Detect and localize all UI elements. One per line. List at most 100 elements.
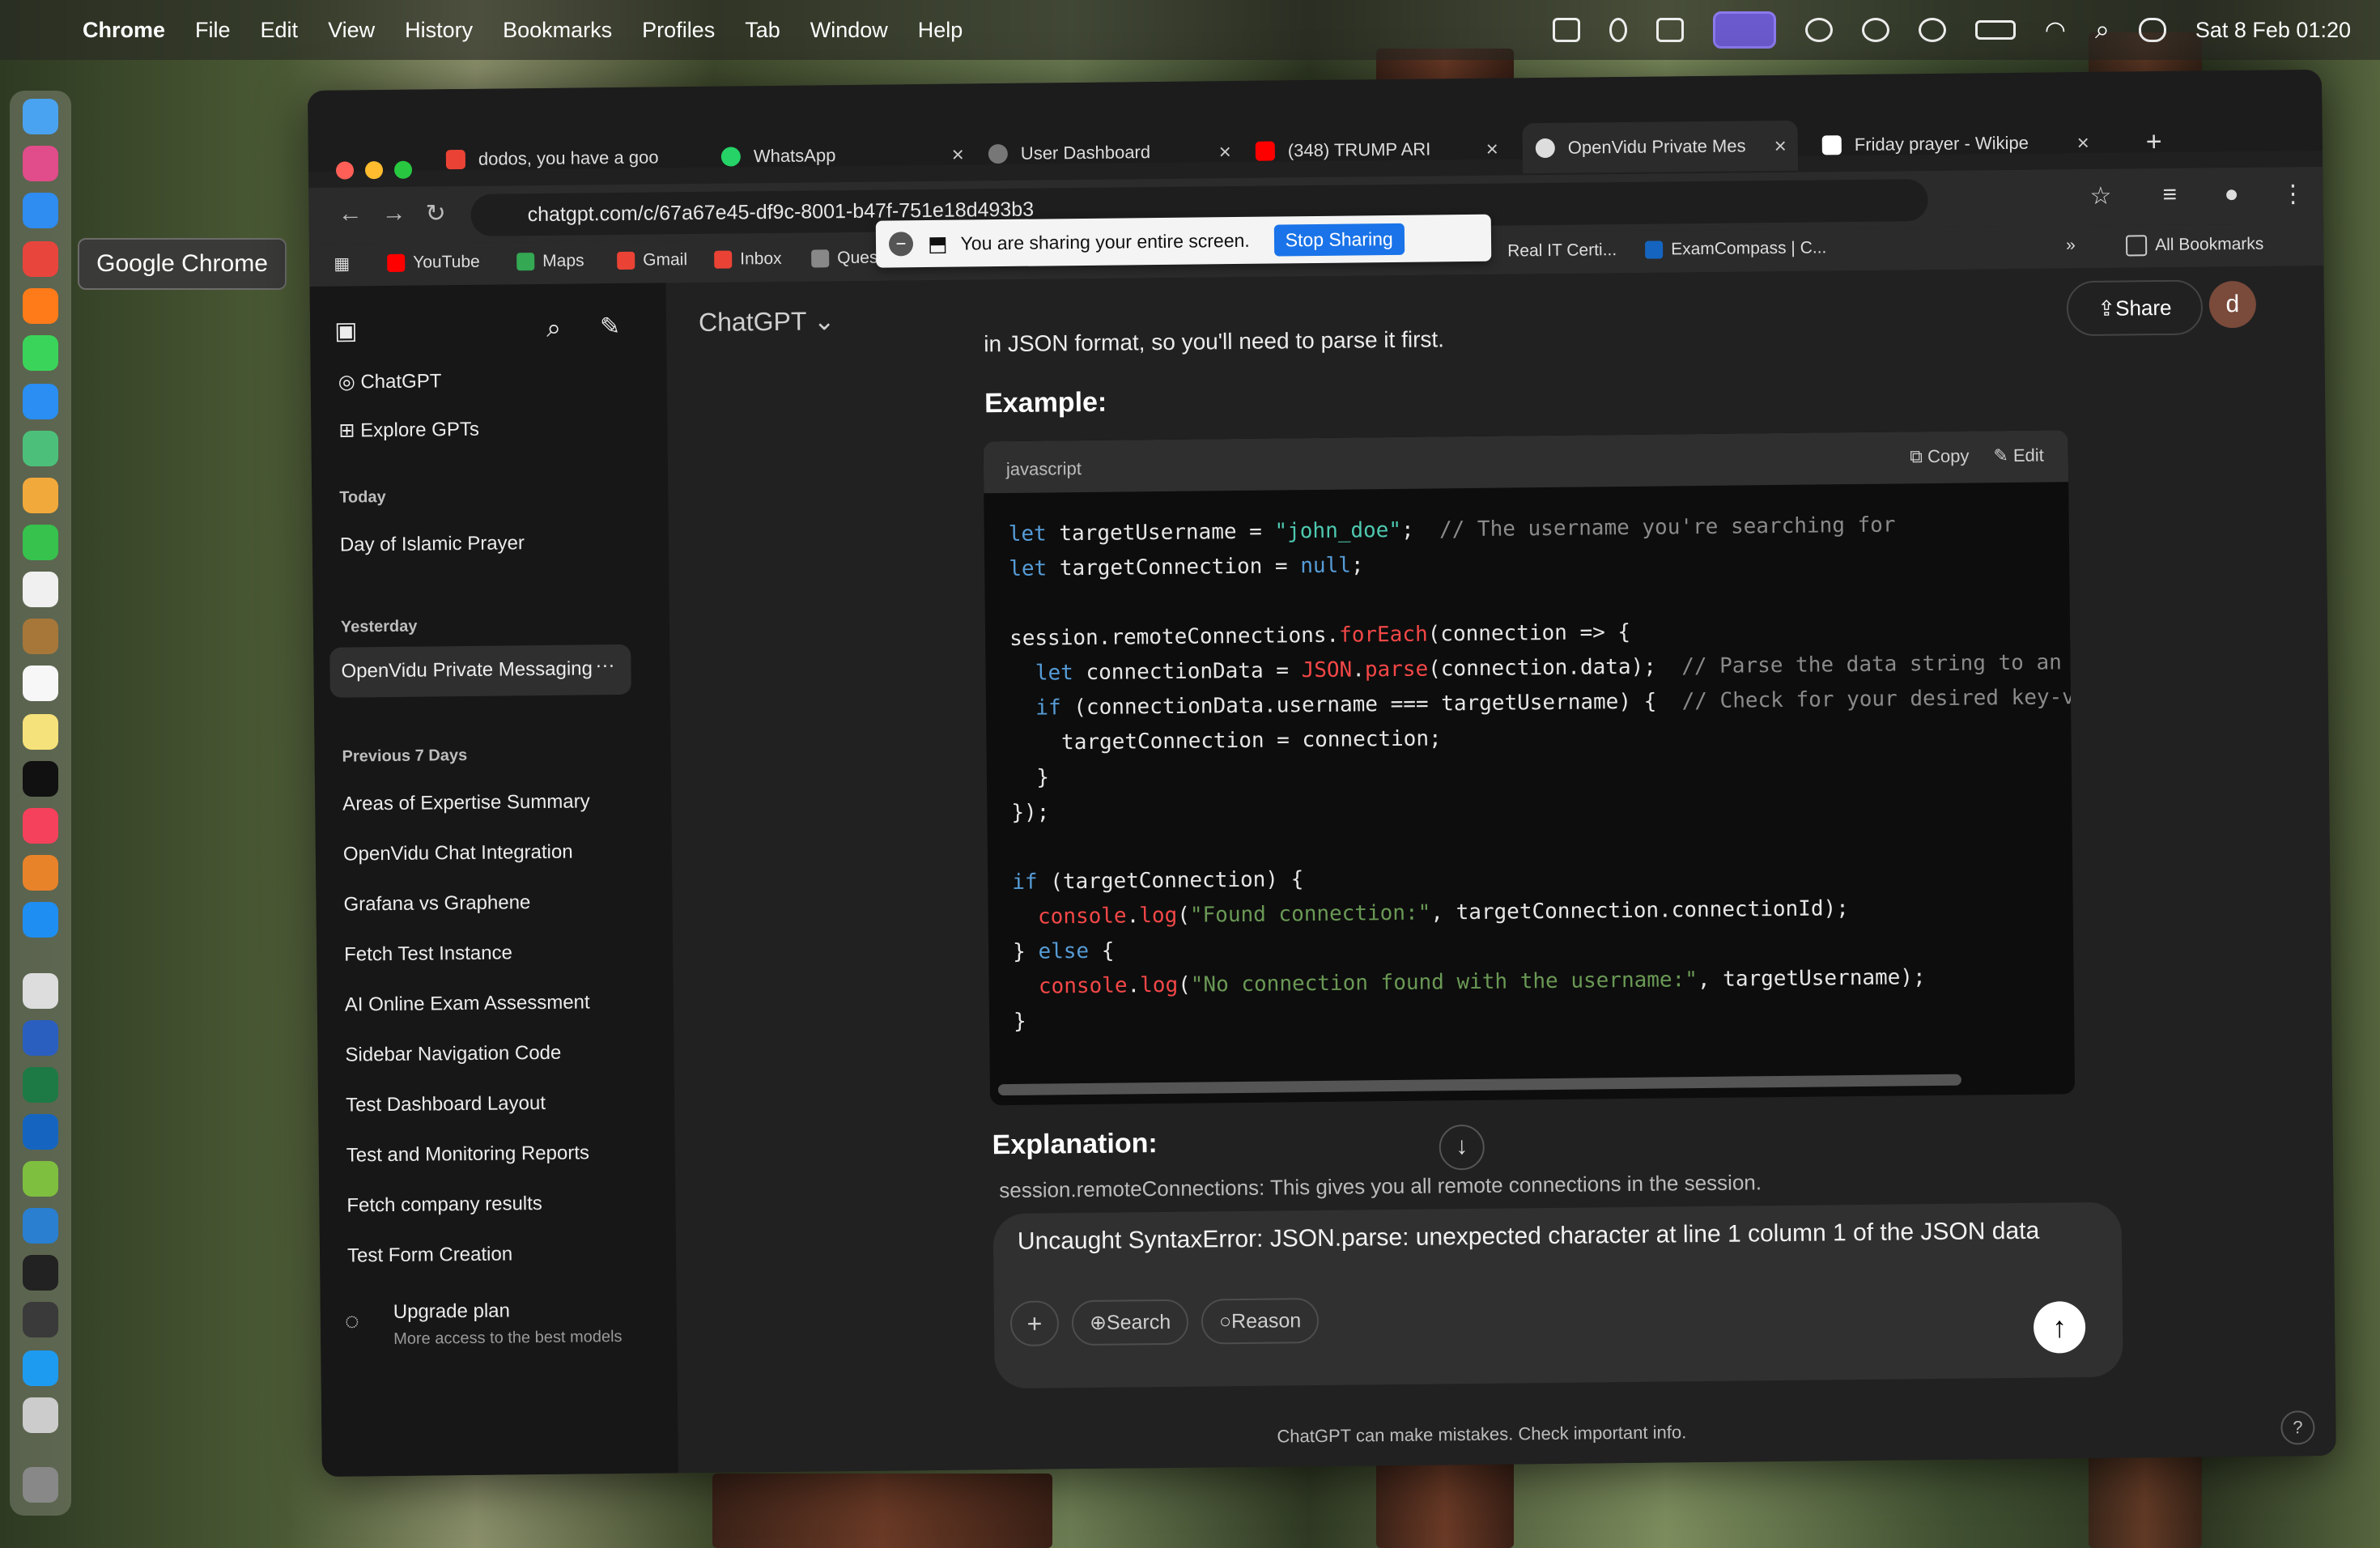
play-icon[interactable]: [1918, 18, 1946, 42]
chat-item[interactable]: Day of Islamic Prayer: [340, 532, 525, 556]
control-center-icon[interactable]: [2138, 18, 2166, 42]
chat-item[interactable]: Fetch Test Instance: [344, 942, 512, 966]
app-store-icon[interactable]: [23, 902, 58, 938]
message-input[interactable]: Uncaught SyntaxError: JSON.parse: unexpe…: [1018, 1218, 2040, 1256]
message-composer[interactable]: Uncaught SyntaxError: JSON.parse: unexpe…: [992, 1201, 2123, 1389]
menu-bookmarks[interactable]: Bookmarks: [503, 18, 612, 43]
chat-item[interactable]: Fetch company results: [346, 1193, 542, 1218]
media-controls-icon[interactable]: ≡: [2162, 181, 2177, 209]
chat-item[interactable]: Test Dashboard Layout: [346, 1092, 546, 1117]
vpn-icon[interactable]: [1861, 18, 1889, 42]
maximize-window-button[interactable]: [393, 160, 413, 179]
code-scrollbar[interactable]: [997, 1074, 1961, 1096]
chat-item[interactable]: Test Form Creation: [347, 1243, 512, 1267]
bookmark-inbox[interactable]: Inbox: [714, 249, 782, 270]
tab-whatsapp[interactable]: WhatsApp ×: [720, 130, 965, 182]
upgrade-plan-link[interactable]: Upgrade plan: [393, 1299, 510, 1324]
chat-item[interactable]: AI Online Exam Assessment: [345, 991, 590, 1016]
bookmark-questions[interactable]: Questi: [811, 249, 886, 269]
tv-icon[interactable]: [23, 761, 58, 797]
menu-history[interactable]: History: [405, 18, 473, 43]
photos-icon[interactable]: [23, 478, 58, 513]
preview-icon[interactable]: [23, 973, 58, 1009]
share-button[interactable]: ⇪ Share: [2066, 279, 2204, 337]
outlook-icon[interactable]: [23, 1114, 58, 1150]
word-icon[interactable]: [23, 1020, 58, 1056]
apps-grid-icon[interactable]: ▦: [334, 253, 350, 274]
excel-icon[interactable]: [23, 1067, 58, 1103]
launchpad-icon[interactable]: [23, 146, 58, 181]
database-icon[interactable]: [23, 1397, 58, 1433]
stop-sharing-button[interactable]: Stop Sharing: [1273, 223, 1405, 257]
menu-window[interactable]: Window: [810, 18, 888, 43]
calendar-icon[interactable]: [23, 572, 58, 607]
apple-icon[interactable]: [31, 15, 58, 45]
more-options-icon[interactable]: ···: [595, 654, 614, 677]
chat-item[interactable]: OpenVidu Chat Integration: [343, 841, 573, 866]
new-tab-button[interactable]: +: [2145, 117, 2162, 167]
menu-app-name[interactable]: Chrome: [83, 18, 165, 43]
menubar-clock[interactable]: Sat 8 Feb 01:20: [2195, 18, 2351, 43]
search-button[interactable]: ⊕ Search: [1071, 1299, 1189, 1346]
scroll-down-icon[interactable]: ↓: [1439, 1124, 1485, 1171]
send-button[interactable]: ↑: [2033, 1301, 2086, 1354]
trash-icon[interactable]: [23, 1467, 58, 1503]
messages-icon[interactable]: [23, 335, 58, 371]
maps-icon[interactable]: [23, 431, 58, 466]
music-icon[interactable]: [23, 808, 58, 844]
chat-item[interactable]: Areas of Expertise Summary: [342, 790, 590, 815]
battery-icon[interactable]: [1974, 20, 2016, 40]
menu-edit[interactable]: Edit: [261, 18, 299, 43]
tab-gmail[interactable]: dodos, you have a goo: [445, 132, 706, 185]
search-icon[interactable]: ⌕: [2095, 15, 2110, 45]
all-bookmarks[interactable]: All Bookmarks: [2125, 234, 2263, 257]
sidebar-item-chatgpt[interactable]: ◎ ChatGPT: [338, 369, 442, 393]
weather-icon[interactable]: [1804, 18, 1833, 42]
mail-icon[interactable]: [23, 384, 58, 419]
bookmark-youtube[interactable]: YouTube: [387, 253, 480, 273]
menu-help[interactable]: Help: [918, 18, 963, 43]
reminders-icon[interactable]: [23, 666, 58, 701]
chrome-icon[interactable]: [23, 241, 58, 277]
tab-openvidu-active[interactable]: OpenVidu Private Mes ×: [1522, 120, 1799, 174]
sidebar-toggle-icon[interactable]: ▣: [334, 317, 358, 345]
close-tab-icon[interactable]: ×: [1485, 137, 1498, 162]
close-tab-icon[interactable]: ×: [952, 142, 965, 168]
slack-icon[interactable]: [23, 1161, 58, 1197]
firefox-icon[interactable]: [23, 288, 58, 324]
contacts-icon[interactable]: [23, 619, 58, 654]
bookmark-maps[interactable]: Maps: [516, 251, 584, 271]
vscode-icon[interactable]: [23, 1208, 58, 1244]
reload-icon[interactable]: ↻: [425, 199, 446, 228]
new-chat-icon[interactable]: ✎: [600, 313, 621, 341]
model-selector[interactable]: ChatGPT ⌄: [699, 305, 835, 338]
back-icon[interactable]: ←: [338, 200, 362, 228]
chevron-right-icon[interactable]: »: [2066, 236, 2076, 255]
avatar[interactable]: d: [2208, 280, 2257, 329]
chat-item[interactable]: Test and Monitoring Reports: [346, 1142, 589, 1167]
facetime-icon[interactable]: [23, 525, 58, 560]
menu-profiles[interactable]: Profiles: [642, 18, 715, 43]
close-tab-icon[interactable]: ×: [2076, 130, 2089, 155]
notes-icon[interactable]: [23, 714, 58, 750]
close-tab-icon[interactable]: ×: [1774, 134, 1787, 159]
podcasts-icon[interactable]: [23, 855, 58, 891]
close-tab-icon[interactable]: ×: [1219, 139, 1232, 164]
bookmark-star-icon[interactable]: ☆: [2089, 182, 2111, 211]
copy-button[interactable]: ⧉ Copy: [1910, 446, 1969, 468]
profile-icon[interactable]: ●: [2224, 181, 2238, 208]
bookmark-gmail[interactable]: Gmail: [617, 250, 687, 270]
camera-icon[interactable]: [1655, 18, 1684, 42]
upgrade-icon[interactable]: ◌: [345, 1308, 359, 1335]
tab-user-dashboard[interactable]: User Dashboard ×: [988, 126, 1232, 179]
sidebar-item-explore-gpts[interactable]: ⊞ Explore GPTs: [338, 418, 479, 443]
wifi-icon[interactable]: ◠: [2045, 16, 2066, 45]
chat-item[interactable]: Grafana vs Graphene: [343, 891, 530, 916]
screen-mirroring-icon[interactable]: [1712, 11, 1776, 49]
more-menu-icon[interactable]: ⋮: [2280, 180, 2305, 208]
edit-button[interactable]: ✎ Edit: [1993, 445, 2044, 467]
microphone-icon[interactable]: [1609, 18, 1627, 42]
terminal-icon[interactable]: [23, 1255, 58, 1291]
tab-youtube[interactable]: (348) TRUMP ARI ×: [1255, 124, 1499, 176]
menu-tab[interactable]: Tab: [745, 18, 780, 43]
